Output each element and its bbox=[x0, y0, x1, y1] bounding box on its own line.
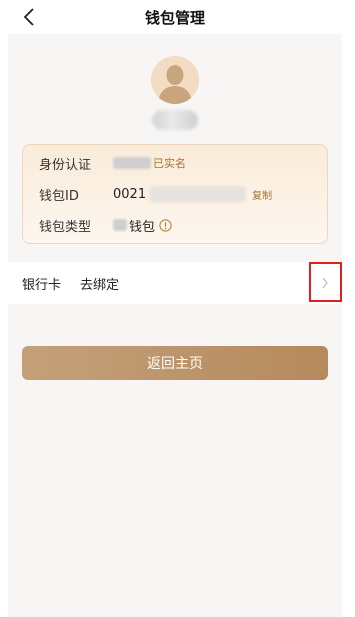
username-redacted bbox=[152, 110, 198, 130]
back-to-home-button[interactable]: 返回主页 bbox=[22, 346, 328, 380]
identity-value: 已实名 bbox=[113, 153, 186, 173]
bank-card-row[interactable]: 银行卡 去绑定 bbox=[8, 262, 342, 304]
wallet-info-card: 身份认证 已实名 钱包ID 0021 复制 钱包类型 钱包 bbox=[22, 144, 328, 244]
bind-card-link[interactable]: 去绑定 bbox=[80, 274, 119, 293]
wallet-id-value: 0021 复制 bbox=[113, 184, 272, 204]
bank-card-label: 银行卡 bbox=[22, 278, 62, 293]
wallet-id-row: 钱包ID bbox=[39, 184, 79, 204]
identity-name-redacted bbox=[113, 157, 151, 169]
page-title: 钱包管理 bbox=[144, 9, 205, 27]
wallet-type-redacted bbox=[113, 219, 127, 231]
identity-label: 身份认证 bbox=[39, 157, 92, 173]
copy-button[interactable]: 复制 bbox=[252, 187, 272, 202]
identity-row: 身份认证 bbox=[39, 153, 91, 173]
wallet-id-redacted bbox=[150, 186, 247, 202]
wallet-type-text: 钱包 bbox=[129, 219, 156, 235]
highlight-box bbox=[309, 262, 342, 302]
nav-bar: 钱包管理 bbox=[8, 0, 342, 34]
wallet-type-label: 钱包类型 bbox=[39, 219, 92, 235]
info-icon[interactable] bbox=[159, 218, 172, 232]
wallet-id-label: 钱包ID bbox=[39, 188, 79, 204]
wallet-type-row: 钱包类型 bbox=[39, 215, 91, 235]
avatar bbox=[151, 56, 199, 104]
page: 钱包管理 身份认证 已实名 钱包ID 0021 复制 钱包类型 钱包 银行卡 去… bbox=[8, 0, 342, 617]
verified-badge: 已实名 bbox=[153, 157, 186, 170]
user-icon bbox=[151, 56, 199, 104]
wallet-type-value: 钱包 bbox=[113, 215, 172, 235]
wallet-id-text: 0021 bbox=[113, 186, 147, 202]
